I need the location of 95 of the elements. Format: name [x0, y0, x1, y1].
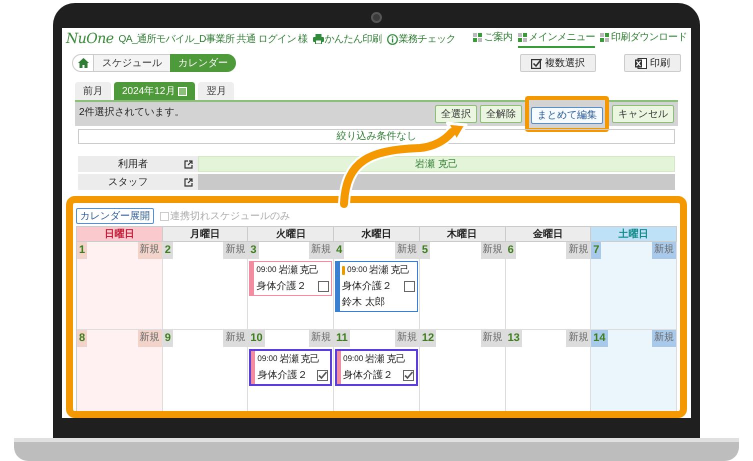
day-number[interactable]: 12 [420, 330, 436, 346]
new-schedule-link[interactable]: 新規 [138, 330, 162, 346]
home-button[interactable] [72, 54, 94, 72]
filter-label: 利用者 [78, 156, 178, 172]
client-name: 岩瀬 克己 [365, 352, 406, 366]
selection-button[interactable]: キャンセル [612, 105, 674, 123]
header-link[interactable]: かんたん印刷 [312, 32, 382, 46]
new-schedule-link[interactable]: 新規 [138, 242, 162, 258]
menu-grid-icon [473, 33, 482, 42]
time-text: 09:00 [256, 264, 276, 276]
client-name: 岩瀬 克己 [369, 264, 410, 278]
day-number[interactable]: 11 [334, 330, 350, 346]
checkbox[interactable] [318, 280, 330, 292]
service-name: 身体介護２ [342, 280, 392, 294]
selection-button[interactable]: 全選択 [435, 105, 477, 123]
client-name: 岩瀬 克己 [279, 352, 320, 366]
weekday-header: 火曜日 [248, 227, 334, 242]
filter-summary[interactable]: 絞り込み条件なし [78, 129, 675, 144]
day-number[interactable]: 4 [334, 242, 344, 258]
external-link-icon [184, 178, 192, 186]
checkbox-icon [531, 58, 542, 68]
client-name: 岩瀬 克己 [278, 264, 319, 278]
new-schedule-link[interactable]: 新規 [566, 330, 590, 346]
day-number[interactable]: 7 [591, 242, 602, 258]
service-name: 身体介護２ [343, 368, 394, 382]
printer-icon [312, 34, 324, 44]
new-schedule-link[interactable]: 新規 [652, 330, 676, 346]
new-schedule-link[interactable]: 新規 [652, 242, 676, 258]
schedule-card[interactable]: 09:00 岩瀬 克己 身体介護２ [249, 260, 332, 296]
new-schedule-link[interactable]: 新規 [394, 330, 419, 346]
schedule-card[interactable]: 09:00 岩瀬 克己 身体介護２ [335, 348, 418, 386]
new-schedule-link[interactable]: 新規 [223, 242, 248, 258]
external-link-icon [184, 160, 192, 168]
new-schedule-link[interactable]: 新規 [480, 242, 505, 258]
weekday-header: 月曜日 [162, 227, 248, 242]
month-tab[interactable]: 翌月 [198, 82, 234, 100]
service-name: 身体介護２ [256, 280, 306, 294]
month-tab[interactable]: 前月 [75, 82, 111, 100]
day-number[interactable]: 2 [162, 242, 173, 258]
header-link[interactable]: 業務チェック [386, 32, 456, 46]
schedule-card[interactable]: 09:00 岩瀬 克己 身体介護２ [249, 348, 332, 386]
staff-name: 鈴木 太郎 [342, 296, 386, 310]
camera-icon [371, 12, 382, 23]
day-number[interactable]: 6 [506, 242, 516, 258]
day-number[interactable]: 3 [248, 242, 259, 258]
user-label: QA_通所モバイル_D事業所 共通 ログイン 様 [118, 32, 308, 46]
info-icon [386, 34, 398, 44]
checkbox[interactable] [317, 370, 328, 380]
schedule-card[interactable]: 09:00 岩瀬 克己 身体介護２ 鈴木 太郎 [335, 260, 418, 312]
day-number[interactable]: 14 [591, 330, 608, 346]
day-number[interactable]: 10 [248, 330, 265, 346]
action-button[interactable]: 複数選択 [520, 54, 596, 72]
menu-grid-icon [600, 33, 609, 42]
filter-label: スタッフ [78, 174, 178, 190]
expand-calendar-button[interactable]: カレンダー展開 [76, 208, 154, 224]
new-schedule-link[interactable]: 新規 [309, 242, 334, 258]
selection-button[interactable]: 全解除 [480, 105, 522, 123]
selection-message: 2件選択されています。 [79, 106, 185, 120]
time-text: 09:00 [257, 353, 278, 365]
popup-button[interactable] [178, 156, 198, 172]
time-text: 09:00 [347, 264, 368, 276]
new-schedule-link[interactable]: 新規 [309, 330, 334, 346]
popup-button[interactable] [178, 174, 198, 190]
day-number[interactable]: 1 [77, 242, 88, 258]
day-number[interactable]: 9 [162, 330, 173, 346]
filter-value: 岩瀬 克己 [198, 156, 675, 172]
new-schedule-link[interactable]: 新規 [480, 330, 505, 346]
nav-tab[interactable]: 印刷ダウンロード [600, 30, 687, 48]
day-number[interactable]: 13 [506, 330, 522, 346]
weekday-header: 土曜日 [591, 227, 677, 242]
logo: NuOne [66, 30, 114, 48]
service-name: 身体介護２ [257, 368, 308, 382]
new-schedule-link[interactable]: 新規 [566, 242, 590, 258]
calendar-icon [178, 86, 188, 96]
breadcrumb-item[interactable]: カレンダー [170, 54, 236, 72]
breadcrumb-item[interactable]: スケジュール [94, 54, 170, 72]
day-number[interactable]: 5 [420, 242, 430, 258]
new-schedule-link[interactable]: 新規 [394, 242, 419, 258]
menu-grid-icon [518, 33, 526, 42]
checkbox[interactable] [402, 370, 414, 380]
day-number[interactable]: 8 [77, 330, 88, 346]
checkbox[interactable] [404, 280, 415, 292]
month-tab[interactable]: 2024年12月 [114, 82, 196, 100]
home-icon [78, 58, 88, 68]
weekday-header: 木曜日 [420, 227, 506, 242]
nav-tab[interactable]: ご案内 [473, 30, 512, 48]
time-text: 09:00 [343, 353, 364, 365]
weekday-header: 金曜日 [506, 227, 592, 242]
weekday-header: 水曜日 [334, 227, 420, 242]
nav-tab[interactable]: メインメニュー [518, 30, 595, 48]
weekday-header: 日曜日 [77, 227, 163, 242]
spreadsheet-icon [635, 58, 647, 68]
new-schedule-link[interactable]: 新規 [223, 330, 248, 346]
bulk-edit-button[interactable]: まとめて編集 [531, 107, 603, 124]
action-button[interactable]: 印刷 [624, 54, 681, 72]
